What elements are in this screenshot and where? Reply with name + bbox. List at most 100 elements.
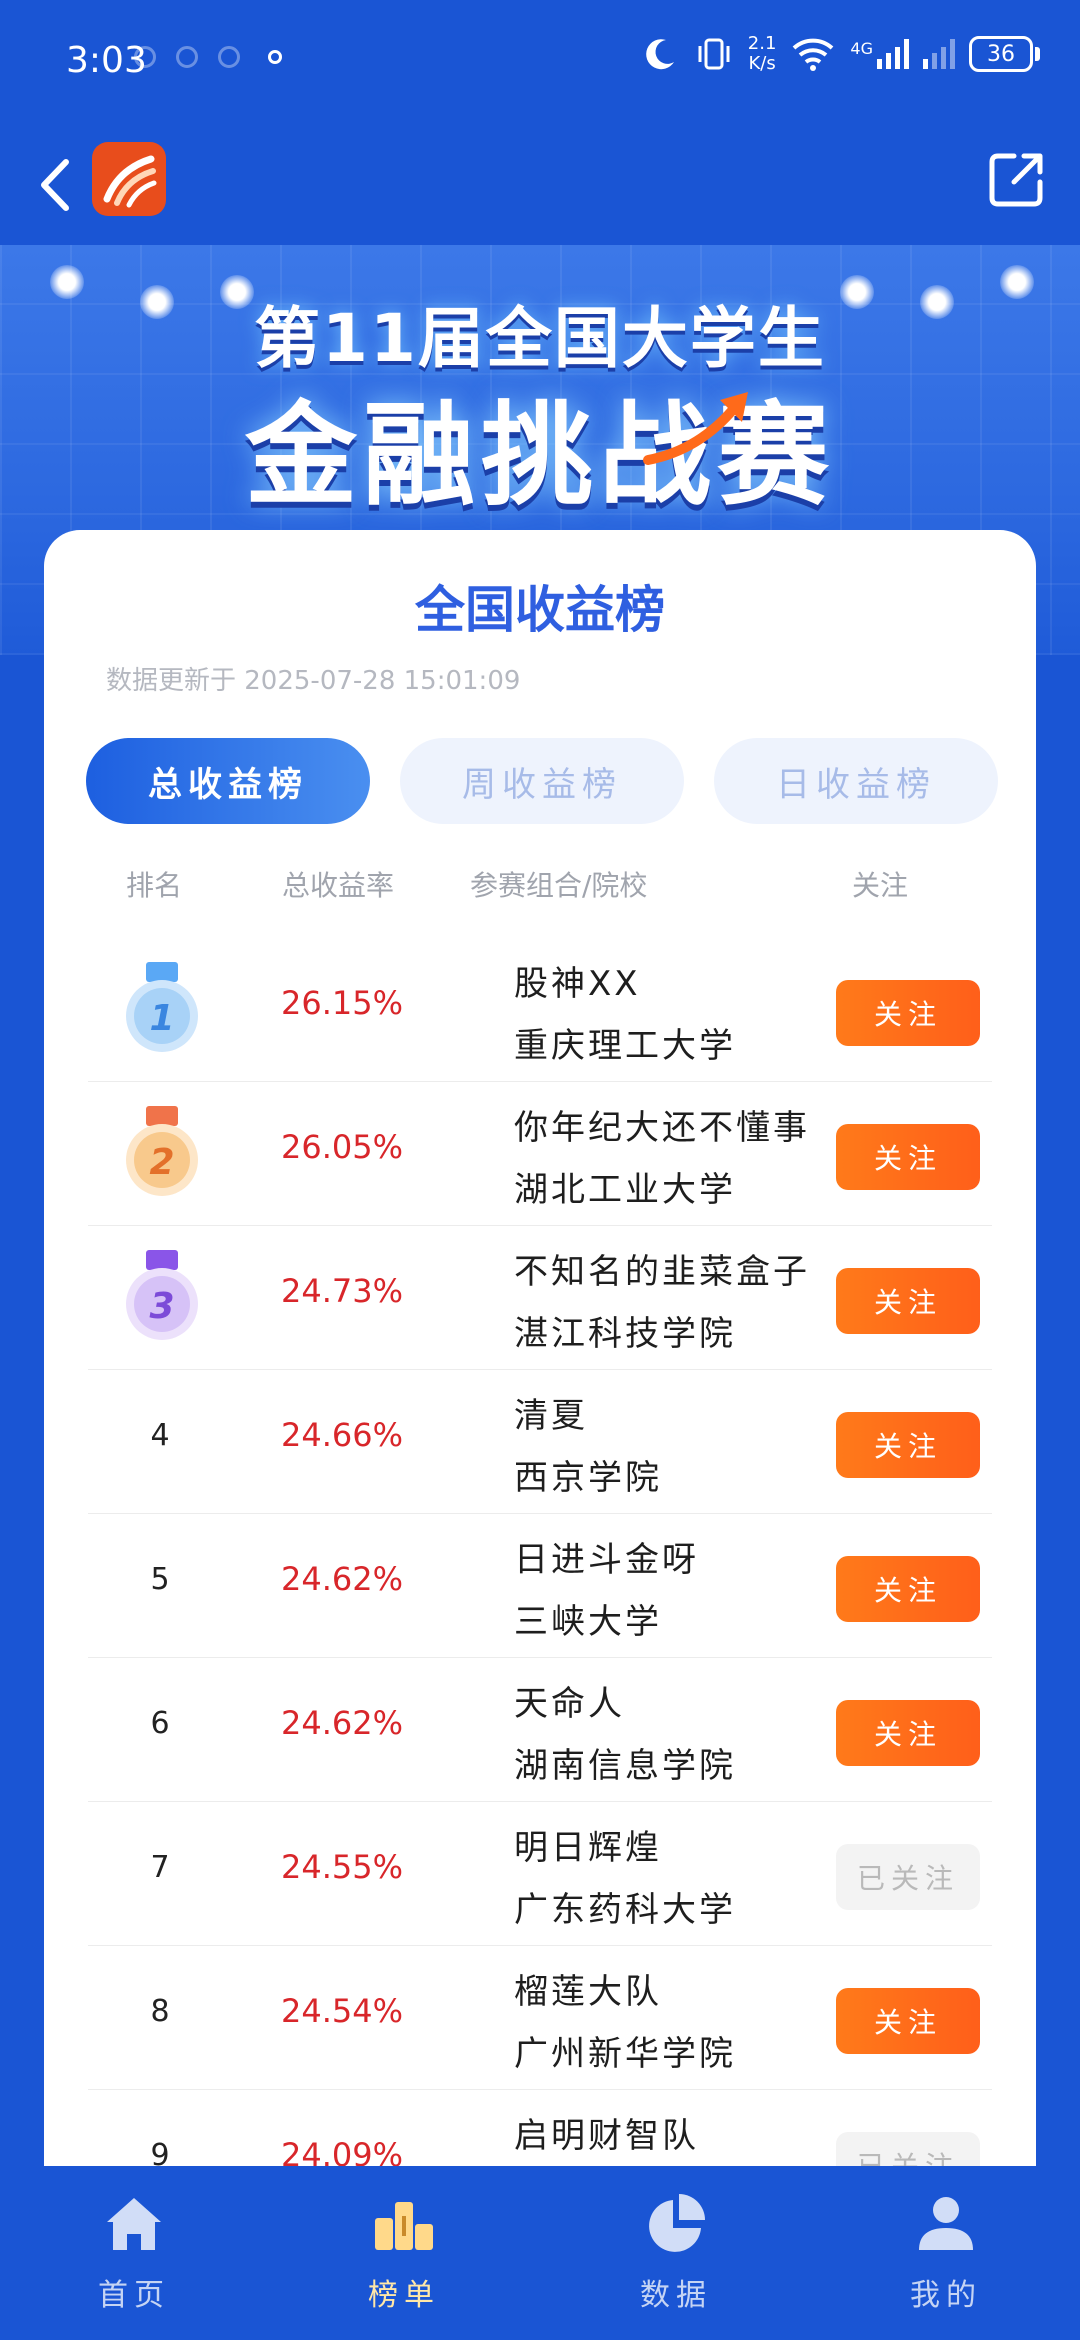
share-button[interactable] (984, 148, 1048, 212)
gold-medal-icon: 1 (126, 962, 198, 1052)
school-name: 湖南信息学院 (514, 1746, 736, 1786)
net-speed-value: 2.1 (747, 33, 777, 54)
followed-button[interactable]: 已关注 (836, 2132, 980, 2170)
battery-icon: 36 (969, 36, 1040, 72)
nav-profile[interactable]: 我的 (876, 2188, 1016, 2318)
net-speed: 2.1 K/s (748, 34, 777, 74)
nav-label: 我的 (910, 2278, 982, 2313)
rank-number: 6 (150, 1706, 170, 1741)
team-name: 你年纪大还不懂事 (514, 1108, 810, 1148)
rank-number: 5 (150, 1562, 170, 1597)
tab-weekly-return[interactable]: 周收益榜 (400, 738, 684, 824)
team-name: 明日辉煌 (514, 1828, 662, 1868)
silver-medal-icon: 2 (126, 1106, 198, 1196)
notification-icons (134, 46, 282, 68)
home-icon (107, 2198, 161, 2250)
back-button[interactable] (30, 150, 80, 220)
return-rate: 24.66% (280, 1416, 403, 1454)
notification-icon (134, 46, 156, 68)
rank-number: 4 (150, 1418, 170, 1453)
table-row[interactable]: 7 24.55% 明日辉煌 广东药科大学 已关注 (88, 1802, 992, 1946)
return-rate: 24.62% (280, 1704, 403, 1742)
school-name: 三峡大学 (514, 1602, 662, 1642)
rank-number: 7 (150, 1850, 170, 1885)
app-logo (92, 142, 166, 216)
status-indicators: 2.1 K/s 4G 36 (640, 34, 1040, 74)
column-header-rate: 总收益率 (282, 869, 395, 902)
bronze-medal-icon: 3 (126, 1250, 198, 1340)
return-rate: 24.55% (280, 1848, 403, 1886)
table-row[interactable]: 1 26.15% 股神XX 重庆理工大学 关注 (88, 938, 992, 1082)
banner-title-line2: 金融挑战赛 (245, 391, 835, 521)
return-rate: 24.73% (280, 1272, 403, 1310)
table-row[interactable]: 8 24.54% 榴莲大队 广州新华学院 关注 (88, 1946, 992, 2090)
team-name: 清夏 (514, 1396, 588, 1436)
follow-button[interactable]: 关注 (836, 980, 980, 1046)
svg-text:1: 1 (149, 998, 174, 1039)
school-name: 广州新华学院 (514, 2034, 736, 2074)
signal-label: 4G (850, 39, 873, 58)
logo-icon (103, 155, 157, 208)
follow-button[interactable]: 关注 (836, 1700, 980, 1766)
return-rate: 26.15% (280, 984, 403, 1022)
team-name: 股神XX (514, 964, 641, 1004)
team-name: 日进斗金呀 (514, 1540, 699, 1580)
table-row[interactable]: 4 24.66% 清夏 西京学院 关注 (88, 1370, 992, 1514)
followed-button[interactable]: 已关注 (836, 1844, 980, 1910)
follow-button[interactable]: 关注 (836, 1268, 980, 1334)
follow-button[interactable]: 关注 (836, 1988, 980, 2054)
follow-button[interactable]: 关注 (836, 1556, 980, 1622)
tab-total-return[interactable]: 总收益榜 (86, 738, 370, 824)
pie-chart-icon (649, 2194, 705, 2252)
column-header-follow: 关注 (852, 869, 909, 902)
school-name: 西京学院 (514, 1458, 662, 1498)
moon-icon (645, 39, 674, 70)
tab-daily-return[interactable]: 日收益榜 (714, 738, 998, 824)
svg-text:2: 2 (149, 1142, 174, 1183)
rank-number: 8 (150, 1994, 170, 2029)
svg-text:3: 3 (149, 1286, 174, 1327)
nav-ranking[interactable]: 榜单 (334, 2188, 474, 2318)
table-row[interactable]: 3 24.73% 不知名的韭菜盒子 湛江科技学院 关注 (88, 1226, 992, 1370)
nav-label: 榜单 (368, 2278, 440, 2313)
column-header-rank: 排名 (126, 869, 183, 902)
school-name: 湛江科技学院 (514, 1314, 736, 1354)
school-name: 广东药科大学 (514, 1890, 736, 1930)
page-title: 全国收益榜 (415, 581, 665, 639)
team-name: 启明财智队 (514, 2116, 699, 2156)
status-bar: 3:03 2.1 K/s 4G 36 (0, 0, 1080, 120)
arrow-icon (643, 392, 748, 465)
follow-button[interactable]: 关注 (836, 1412, 980, 1478)
cell-signal-2-icon (923, 39, 955, 69)
ranking-icon (375, 2202, 433, 2250)
table-header: 排名 总收益率 参赛组合/院校 关注 (44, 864, 1036, 914)
vibrate-icon (698, 38, 730, 70)
tab-bar: 总收益榜 周收益榜 日收益榜 (86, 738, 998, 824)
battery-level: 36 (969, 36, 1033, 72)
school-name: 重庆理工大学 (514, 1026, 736, 1066)
net-speed-unit: K/s (748, 53, 776, 74)
team-name: 不知名的韭菜盒子 (514, 1252, 810, 1292)
notification-icon (176, 46, 198, 68)
app-screen: { "status_bar": { "time": "3:03", "net_s… (0, 0, 1080, 2340)
ranking-list: 1 26.15% 股神XX 重庆理工大学 关注 2 26.05% 你年纪大还不懂… (88, 938, 992, 2170)
nav-data[interactable]: 数据 (606, 2188, 746, 2318)
table-row[interactable]: 9 24.09% 启明财智队 已关注 (88, 2090, 992, 2170)
follow-button[interactable]: 关注 (836, 1124, 980, 1190)
table-row[interactable]: 5 24.62% 日进斗金呀 三峡大学 关注 (88, 1514, 992, 1658)
return-rate: 26.05% (280, 1128, 403, 1166)
table-row[interactable]: 2 26.05% 你年纪大还不懂事 湖北工业大学 关注 (88, 1082, 992, 1226)
leaderboard-card: 全国收益榜 数据更新于 2025-07-28 15:01:09 总收益榜 周收益… (44, 530, 1036, 2170)
return-rate: 24.09% (280, 2136, 403, 2170)
table-row[interactable]: 6 24.62% 天命人 湖南信息学院 关注 (88, 1658, 992, 1802)
column-header-team: 参赛组合/院校 (470, 869, 648, 902)
team-name: 榴莲大队 (514, 1972, 662, 2012)
notification-icon (218, 46, 240, 68)
nav-label: 首页 (98, 2278, 170, 2313)
update-time: 数据更新于 2025-07-28 15:01:09 (106, 666, 521, 696)
bottom-nav: 首页 榜单 数据 我的 (0, 2166, 1080, 2340)
app-header (0, 120, 1080, 245)
wifi-icon (793, 38, 834, 71)
nav-label: 数据 (640, 2278, 712, 2313)
nav-home[interactable]: 首页 (64, 2188, 204, 2318)
